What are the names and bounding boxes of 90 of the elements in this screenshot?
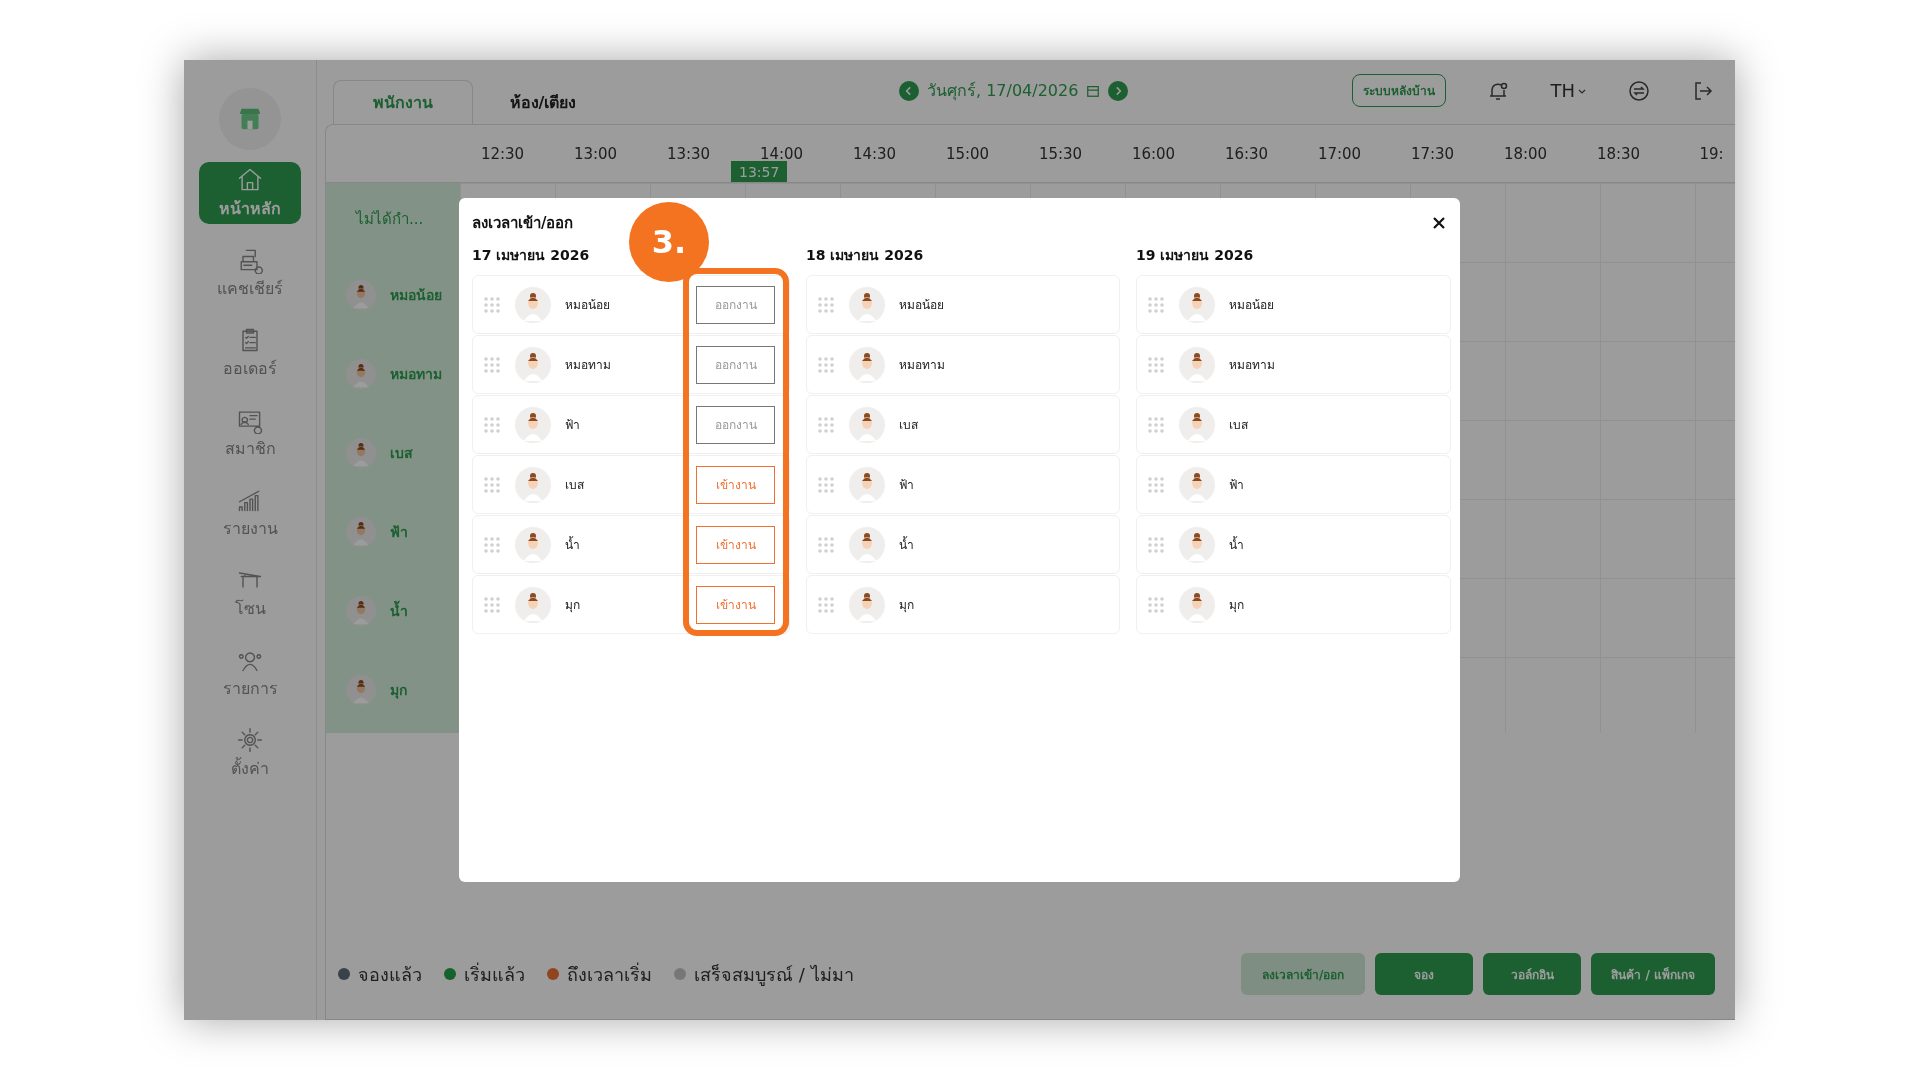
staff-name: หมอทาม: [565, 357, 612, 374]
time-label: 17:00: [1316, 144, 1363, 163]
clock-button[interactable]: เข้างาน: [696, 525, 775, 564]
time-label: 16:30: [1223, 144, 1270, 163]
time-label: 13:30: [665, 144, 712, 163]
time-label: 15:00: [944, 144, 991, 163]
staff-card[interactable]: ฟ้า: [1136, 455, 1451, 514]
staff-name: น้ำ: [1229, 535, 1245, 554]
clock-button[interactable]: เข้างาน: [696, 585, 775, 624]
day-heading: 17 เมษายน 2026: [472, 246, 590, 265]
time-label: 19:: [1698, 144, 1725, 163]
staff-card[interactable]: หมอน้อย: [1136, 275, 1451, 334]
staff-card[interactable]: น้ำ: [1136, 515, 1451, 574]
nav-item[interactable]: แคชเชียร์: [199, 242, 301, 304]
action-button[interactable]: จอง: [1375, 953, 1474, 995]
step-badge: 3.: [629, 202, 709, 282]
staff-card[interactable]: น้ำ: [806, 515, 1120, 574]
time-label: 15:30: [1037, 144, 1084, 163]
staff-name: ฟ้า: [1229, 477, 1245, 494]
staff-card[interactable]: มุก เข้างาน: [472, 575, 790, 634]
staff-name: เบส: [1229, 417, 1249, 434]
nav-item[interactable]: ตั้งค่า: [199, 722, 301, 784]
time-label: 18:00: [1502, 144, 1549, 163]
time-label: 12:30: [479, 144, 526, 163]
clock-button[interactable]: ออกงาน: [696, 285, 775, 324]
staff-card[interactable]: หมอน้อย: [806, 275, 1120, 334]
staff-card[interactable]: มุก: [1136, 575, 1451, 634]
staff-card[interactable]: เบส: [806, 395, 1120, 454]
date-label[interactable]: วันศุกร์, 17/04/2026: [927, 78, 1079, 103]
day-heading: 19 เมษายน 2026: [1136, 246, 1254, 265]
staff-name: มุก: [390, 680, 407, 701]
staff-name: น้ำ: [565, 535, 581, 554]
staff-card[interactable]: เบส: [1136, 395, 1451, 454]
staff-name: น้ำ: [390, 599, 408, 621]
legend-label: เสร็จสมบูรณ์ / ไม่มา: [694, 962, 854, 988]
staff-card[interactable]: หมอน้อย ออกงาน: [472, 275, 790, 334]
time-label: 16:00: [1130, 144, 1177, 163]
staff-name: น้ำ: [899, 535, 915, 554]
nav-item[interactable]: รายงาน: [199, 482, 301, 544]
time-label: 13:00: [572, 144, 619, 163]
staff-name: ฟ้า: [390, 522, 408, 542]
day-heading: 18 เมษายน 2026: [806, 246, 924, 265]
nav-item[interactable]: โซน: [199, 562, 301, 624]
nav-item[interactable]: หน้าหลัก: [199, 162, 301, 224]
staff-card[interactable]: หมอทาม ออกงาน: [472, 335, 790, 394]
action-button[interactable]: ลงเวลาเข้า/ออก: [1241, 953, 1366, 995]
staff-name: ฟ้า: [899, 477, 915, 494]
dialog-title: ลงเวลาเข้า/ออก: [472, 213, 574, 234]
time-label: 14:30: [851, 144, 898, 163]
nav-item[interactable]: สมาชิก: [199, 402, 301, 464]
staff-card[interactable]: ฟ้า: [806, 455, 1120, 514]
time-label: 18:30: [1595, 144, 1642, 163]
staff-card[interactable]: หมอทาม: [806, 335, 1120, 394]
staff-name: เบส: [899, 417, 919, 434]
backoffice-button[interactable]: ระบบหลังบ้าน: [1352, 74, 1447, 107]
staff-name: เบส: [565, 477, 585, 494]
clock-button[interactable]: ออกงาน: [696, 345, 775, 384]
staff-name: หมอน้อย: [899, 297, 945, 314]
staff-name: มุก: [1229, 597, 1245, 614]
nav-item[interactable]: ออเดอร์: [199, 322, 301, 384]
staff-name: ฟ้า: [565, 417, 581, 434]
nav-item[interactable]: รายการ: [199, 642, 301, 704]
staff-card[interactable]: เบส เข้างาน: [472, 455, 790, 514]
staff-name: เบส: [390, 443, 413, 463]
legend-label: จองแล้ว: [358, 962, 422, 987]
staff-name: หมอทาม: [390, 364, 442, 384]
tab[interactable]: พนักงาน: [333, 80, 473, 124]
legend-label: ถึงเวลาเริ่ม: [567, 961, 652, 987]
time-label: 17:30: [1409, 144, 1456, 163]
staff-name: หมอน้อย: [1229, 297, 1275, 314]
column-header: ไม่ได้กำ...: [354, 209, 425, 230]
tab[interactable]: ห้อง/เตียง: [473, 80, 613, 124]
staff-name: หมอน้อย: [565, 297, 611, 314]
legend-label: เริ่มแล้ว: [464, 961, 525, 987]
staff-card[interactable]: น้ำ เข้างาน: [472, 515, 790, 574]
staff-name: มุก: [899, 597, 915, 614]
staff-name: หมอทาม: [1229, 357, 1276, 374]
language-selector[interactable]: TH: [1550, 80, 1587, 101]
staff-name: หมอทาม: [899, 357, 946, 374]
staff-name: มุก: [565, 597, 581, 614]
current-time-marker: 13:57: [731, 161, 788, 182]
action-button[interactable]: วอล์กอิน: [1483, 953, 1582, 995]
staff-card[interactable]: ฟ้า ออกงาน: [472, 395, 790, 454]
time-label: 14:00: [758, 144, 805, 163]
staff-name: หมอน้อย: [390, 285, 442, 305]
clock-button[interactable]: เข้างาน: [696, 465, 775, 504]
staff-card[interactable]: มุก: [806, 575, 1120, 634]
clock-button[interactable]: ออกงาน: [696, 405, 775, 444]
staff-card[interactable]: หมอทาม: [1136, 335, 1451, 394]
action-button[interactable]: สินค้า / แพ็กเกจ: [1591, 953, 1715, 995]
